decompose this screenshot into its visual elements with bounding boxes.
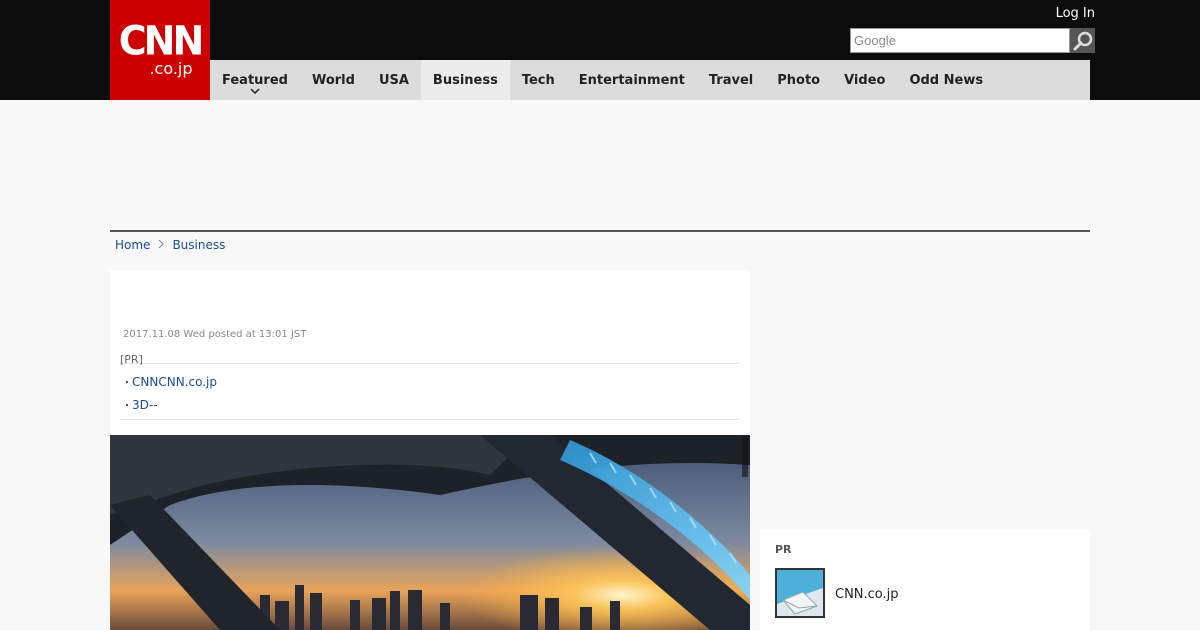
main-nav: Featured World USA Business Tech Enterta… (210, 60, 1090, 100)
login-link[interactable]: Log In (1056, 6, 1095, 21)
pr-link[interactable]: CNNCNN.co.jp (132, 375, 217, 389)
pr-link[interactable]: 3D-- (132, 398, 158, 412)
nav-item-odd-news[interactable]: Odd News (897, 60, 995, 100)
sidebar-pr-thumbnail[interactable] (775, 568, 825, 618)
list-item: ・ CNNCNN.co.jp (120, 370, 740, 393)
post-timestamp: 2017.11.08 Wed posted at 13:01 JST (123, 329, 307, 340)
pr-box: [PR] ・ CNNCNN.co.jp ・ 3D-- (120, 354, 740, 420)
nav-item-travel[interactable]: Travel (697, 60, 765, 100)
nav-item-label: Odd News (909, 72, 984, 88)
nav-item-label: USA (378, 72, 409, 88)
nav-item-label: World (311, 72, 355, 88)
chevron-right-icon (158, 239, 165, 252)
magnifier-icon (1073, 31, 1092, 50)
nav-item-video[interactable]: Video (832, 60, 897, 100)
search-input[interactable] (850, 28, 1070, 53)
sidebar-pr-box: PR CNN.co.jp (760, 530, 1090, 630)
nav-item-featured[interactable]: Featured (210, 60, 300, 100)
nav-item-label: Video (844, 72, 886, 88)
nav-item-usa[interactable]: USA (367, 60, 421, 100)
section-divider (110, 230, 1090, 232)
nav-item-entertainment[interactable]: Entertainment (567, 60, 697, 100)
nav-item-label: Entertainment (578, 72, 685, 88)
bullet: ・ (122, 378, 132, 389)
nav-item-photo[interactable]: Photo (765, 60, 832, 100)
nav-item-business[interactable]: Business (420, 60, 510, 100)
nav-item-tech[interactable]: Tech (510, 60, 567, 100)
nav-item-label: Business (432, 72, 498, 88)
nav-item-label: Featured (222, 72, 288, 88)
nav-item-label: Tech (521, 72, 555, 88)
pr-label: [PR] (120, 354, 740, 365)
sidebar-pr-title: PR (775, 543, 792, 556)
search-button[interactable] (1070, 28, 1095, 53)
sidebar-pr-link[interactable]: CNN.co.jp (835, 587, 899, 602)
nav-item-label: Travel (708, 72, 754, 88)
breadcrumb-business-link[interactable]: Business (172, 238, 225, 252)
cnn-logo[interactable]: CNN .co.jp (110, 0, 210, 100)
nav-item-label: Photo (777, 72, 821, 88)
nav-item-world[interactable]: World (300, 60, 367, 100)
breadcrumb-home-link[interactable]: Home (115, 238, 150, 252)
hero-image[interactable] (110, 435, 750, 630)
pr-list: ・ CNNCNN.co.jp ・ 3D-- (120, 370, 740, 416)
list-item: ・ 3D-- (120, 393, 740, 416)
breadcrumb: Home Business (115, 238, 225, 252)
bullet: ・ (122, 401, 132, 412)
pr-divider (120, 419, 740, 420)
chevron-down-icon (250, 88, 260, 96)
article-card: 2017.11.08 Wed posted at 13:01 JST [PR] … (110, 270, 750, 630)
logo-text: CNN (118, 17, 204, 65)
